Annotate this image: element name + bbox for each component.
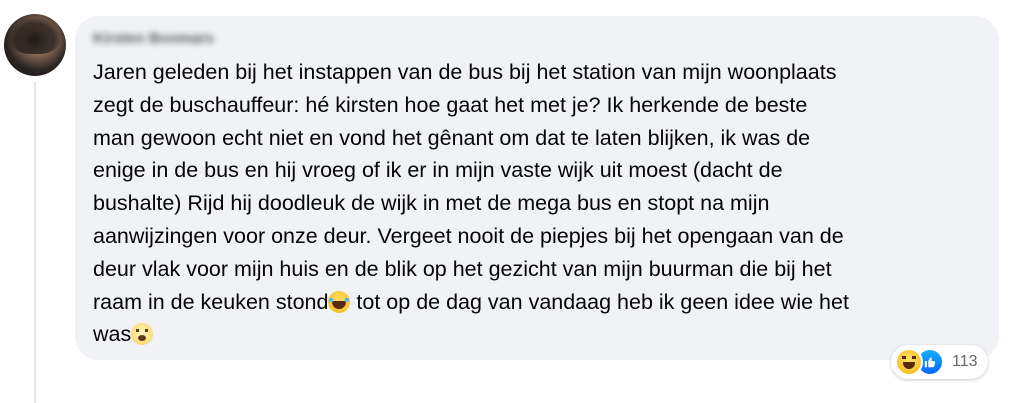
- laughing-tears-emoji-icon: [328, 290, 351, 313]
- comment-line: bushalte) Rijd hij doodleuk de wijk in m…: [93, 191, 770, 216]
- comment-line: raam in de keuken stond: [93, 289, 329, 314]
- cold-face-emoji-icon: [131, 323, 154, 346]
- comment-line: was: [93, 322, 132, 347]
- reactions-summary[interactable]: 113: [891, 345, 988, 379]
- comment-line: man gewoon echt niet en vond het gênant …: [93, 125, 811, 150]
- comment-text: Jaren geleden bij het instappen van de b…: [93, 56, 983, 351]
- comment-line: deur vlak voor mijn huis en de blik op h…: [93, 256, 832, 281]
- reaction-count: 113: [952, 353, 978, 370]
- comment-line: zegt de buschauffeur: hé kirsten hoe gaa…: [93, 92, 808, 117]
- thumbs-up-icon: [924, 357, 936, 368]
- comment-line: tot op de dag van vandaag heb ik geen id…: [350, 289, 849, 314]
- avatar[interactable]: [4, 14, 66, 76]
- author-name[interactable]: Kirsten Boomars: [93, 30, 214, 47]
- comment-line: aanwijzingen voor onze deur. Vergeet noo…: [93, 223, 844, 248]
- thread-line: [34, 82, 36, 403]
- comment-line: Jaren geleden bij het instappen van de b…: [93, 60, 837, 84]
- haha-reaction-icon: [895, 348, 923, 376]
- comment-line: enige in de bus en hij vroeg of ik er in…: [93, 158, 783, 183]
